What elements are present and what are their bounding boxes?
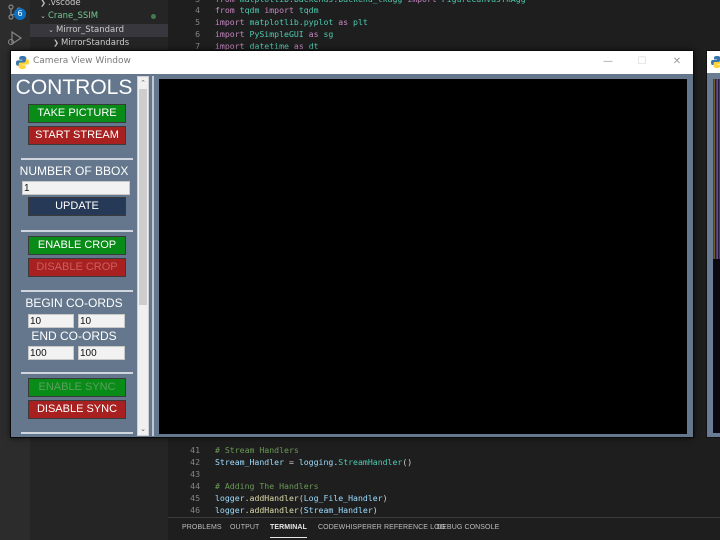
python-icon xyxy=(711,56,720,68)
code-line: 45 logger.addHandler(Log_File_Handler) xyxy=(190,493,388,503)
controls-title: CONTROLS xyxy=(15,76,133,99)
begin-x-input[interactable] xyxy=(28,314,74,328)
tree-item-mirror-standard[interactable]: ⌄ Mirror_Standard xyxy=(30,24,168,37)
code-line: 46 logger.addHandler(Stream_Handler) xyxy=(190,505,378,515)
scroll-up-icon[interactable]: ⌃ xyxy=(138,77,148,89)
end-y-input[interactable] xyxy=(78,346,125,360)
update-button[interactable]: UPDATE xyxy=(28,197,126,216)
minimize-button[interactable]: — xyxy=(594,54,622,70)
python-icon xyxy=(16,56,29,69)
tab-problems[interactable]: PROBLEMS xyxy=(182,524,222,531)
second-window-plot-lines xyxy=(713,79,720,259)
divider xyxy=(21,432,133,434)
chevron-right-icon: ❯ xyxy=(53,39,59,47)
source-control-badge: 6 xyxy=(14,8,26,20)
chevron-down-icon: ⌄ xyxy=(48,26,54,34)
column-divider xyxy=(152,76,154,436)
tab-terminal[interactable]: TERMINAL xyxy=(270,524,307,538)
start-stream-button[interactable]: START STREAM xyxy=(28,126,126,145)
panel-tabs: PROBLEMS OUTPUT TERMINAL CODEWHISPERER R… xyxy=(168,517,720,540)
disable-sync-button[interactable]: DISABLE SYNC xyxy=(28,400,126,419)
camera-view-window: Camera View Window — ☐ ✕ CONTROLS TAKE P… xyxy=(10,50,694,438)
maximize-button[interactable]: ☐ xyxy=(628,54,656,70)
code-line: 6 import PySimpleGUI as sg xyxy=(195,29,334,39)
tab-codewhisperer-reference-log[interactable]: CODEWHISPERER REFERENCE LOG xyxy=(318,524,445,531)
run-debug-icon[interactable] xyxy=(7,30,23,46)
scroll-thumb[interactable] xyxy=(139,89,147,305)
divider xyxy=(21,158,133,160)
scroll-down-icon[interactable]: ⌄ xyxy=(138,423,148,435)
begin-y-input[interactable] xyxy=(78,314,125,328)
window-title: Camera View Window xyxy=(33,56,131,66)
controls-scrollbar[interactable]: ⌃ ⌄ xyxy=(137,76,149,436)
camera-view-canvas[interactable] xyxy=(159,79,687,434)
divider xyxy=(21,290,133,292)
second-window-titlebar[interactable] xyxy=(707,51,720,73)
bbox-label: NUMBER OF BBOX xyxy=(19,164,129,178)
bbox-count-input[interactable] xyxy=(22,181,130,195)
code-line: 43 xyxy=(190,469,200,479)
close-button[interactable]: ✕ xyxy=(663,54,691,70)
tree-item-mirrorstandards[interactable]: ❯ MirrorStandards xyxy=(30,37,168,50)
enable-sync-button[interactable]: ENABLE SYNC xyxy=(28,378,126,397)
disable-crop-button[interactable]: DISABLE CROP xyxy=(28,258,126,277)
controls-column: CONTROLS TAKE PICTURE START STREAM NUMBE… xyxy=(11,74,137,438)
end-x-input[interactable] xyxy=(28,346,74,360)
tree-item-crane-ssim[interactable]: ⌄ Crane_SSIM xyxy=(30,10,168,23)
code-line: 4 from tqdm import tqdm xyxy=(195,5,319,15)
code-line: 41 # Stream Handlers xyxy=(190,445,299,455)
tab-output[interactable]: OUTPUT xyxy=(230,524,259,531)
code-line: 42 Stream_Handler = logging.StreamHandler… xyxy=(190,457,413,467)
code-line: 5 import matplotlib.pyplot as plt xyxy=(195,17,368,27)
divider xyxy=(21,230,133,232)
modified-dot xyxy=(151,14,156,19)
enable-crop-button[interactable]: ENABLE CROP xyxy=(28,236,126,255)
second-window[interactable] xyxy=(706,50,720,438)
window-titlebar[interactable]: Camera View Window — ☐ ✕ xyxy=(11,51,693,74)
take-picture-button[interactable]: TAKE PICTURE xyxy=(28,104,126,123)
chevron-down-icon: ⌄ xyxy=(40,12,46,20)
code-line: 44 # Adding The Handlers xyxy=(190,481,319,491)
begin-coords-label: BEGIN CO-ORDS xyxy=(25,296,123,310)
end-coords-label: END CO-ORDS xyxy=(31,329,117,343)
chevron-right-icon: ❯ xyxy=(40,0,46,7)
divider xyxy=(21,372,133,374)
tree-item-vscode[interactable]: ❯ .vscode xyxy=(30,0,168,10)
tab-debug-console[interactable]: DEBUG CONSOLE xyxy=(437,524,499,531)
